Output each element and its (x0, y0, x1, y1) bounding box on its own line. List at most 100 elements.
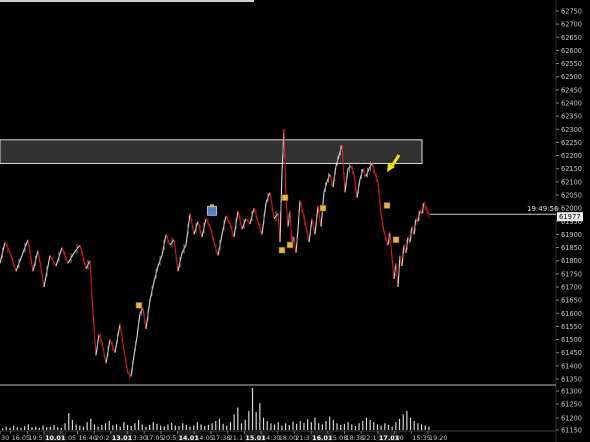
price-tick-label: 62650 (561, 34, 582, 42)
time-tick-label: 16:05 (12, 434, 30, 442)
volume-tick-label: 61300 (561, 388, 582, 396)
volume-bar (108, 421, 110, 430)
volume-bar (281, 425, 283, 430)
volume-bar (332, 419, 334, 430)
time-tick-label: 15:08 (329, 434, 347, 442)
volume-bar (182, 423, 184, 430)
sell-marker[interactable] (392, 236, 400, 243)
price-tick-label: 62350 (561, 113, 582, 121)
chart-background (0, 0, 590, 442)
sell-marker[interactable] (383, 202, 391, 209)
volume-bar (86, 422, 88, 430)
volume-bar (13, 425, 15, 430)
price-tick-label: 61750 (561, 270, 582, 278)
volume-bar (420, 424, 423, 430)
volume-bar (406, 410, 408, 430)
volume-bar (314, 417, 316, 430)
price-chart[interactable]: 19:49:5661977 62750627006265062600625506… (0, 0, 590, 442)
volume-bar (270, 423, 272, 430)
volume-bar (185, 424, 187, 430)
volume-bar (20, 427, 22, 430)
volume-bar (90, 418, 92, 430)
volume-bar (318, 423, 320, 430)
price-tick-label: 62100 (561, 178, 582, 186)
volume-bar (196, 422, 198, 430)
volume-bar (24, 426, 26, 430)
volume-bar (31, 427, 33, 430)
price-tick-label: 62600 (561, 47, 582, 55)
volume-bar (82, 426, 85, 430)
buy-marker[interactable] (207, 205, 217, 216)
price-tick-label: 61500 (561, 336, 582, 344)
volume-bar (68, 413, 70, 430)
chart-window[interactable]: 19:49:56 61977 62750 62700 62650 62600 62550 6… (0, 0, 590, 442)
volume-bar (373, 422, 375, 430)
volume-bar (266, 421, 268, 430)
time-tick-label: 22:1 (362, 434, 376, 442)
volume-bar (215, 421, 217, 430)
volume-bar (354, 426, 357, 430)
volume-tick-label: 61150 (561, 427, 582, 435)
volume-bar (273, 424, 276, 430)
volume-tick-label: 61250 (561, 401, 582, 409)
volume-bar (336, 423, 338, 430)
volume-bar (156, 423, 158, 430)
volume-bar (259, 403, 261, 430)
volume-bar (409, 417, 412, 430)
buy-marker-tag (210, 204, 214, 208)
volume-bar (53, 424, 55, 430)
resistance-zone[interactable] (0, 139, 423, 164)
top-scroll-indicator[interactable] (0, 0, 254, 2)
time-tick-label: 18:00 (279, 434, 297, 442)
volume-bar (152, 422, 154, 430)
volume-bar (137, 419, 140, 430)
time-tick-label: 18:38 (346, 434, 364, 442)
volume-bar (115, 424, 118, 430)
volume-bar (9, 427, 11, 430)
volume-bar (2, 428, 4, 430)
price-tick-label: 61550 (561, 323, 582, 331)
volume-bar (229, 422, 232, 430)
price-tick-label: 62400 (561, 100, 582, 108)
sell-marker[interactable] (135, 302, 143, 309)
volume-bar (303, 422, 305, 430)
volume-bar (343, 423, 345, 430)
volume-bar (307, 419, 309, 430)
volume-bar (189, 426, 191, 430)
volume-bar (222, 423, 224, 430)
volume-bar (101, 424, 103, 430)
volume-bar (200, 424, 202, 430)
volume-bar (244, 419, 246, 430)
volume-bar (340, 424, 342, 430)
price-tick-label: 61600 (561, 310, 582, 318)
volume-bar (233, 414, 235, 430)
volume-bar (104, 423, 107, 430)
volume-bar (237, 407, 239, 430)
volume-bar (387, 424, 390, 430)
volume-bar (417, 423, 419, 430)
volume-bar (42, 425, 44, 430)
volume-bar (391, 426, 393, 430)
volume-bar (27, 424, 29, 430)
volume-bar (16, 427, 18, 430)
price-tick-label: 62450 (561, 86, 582, 94)
price-tick-label: 61400 (561, 362, 582, 370)
time-tick-label: 14:05 (195, 434, 213, 442)
price-tick-label: 62300 (561, 126, 582, 134)
volume-bar (262, 417, 265, 430)
price-tick-label: 61350 (561, 376, 582, 384)
price-tick-label: 62250 (561, 139, 582, 147)
volume-bar (288, 424, 290, 430)
price-tick-label: 61850 (561, 244, 582, 252)
volume-bar (204, 426, 206, 430)
time-tick-label: 14:30 (262, 434, 280, 442)
volume-bar (60, 427, 63, 430)
volume-bar (149, 424, 151, 430)
sell-marker[interactable] (286, 241, 294, 249)
sell-marker[interactable] (281, 194, 289, 201)
sell-marker[interactable] (319, 204, 327, 212)
price-tick-label: 62150 (561, 165, 582, 173)
sell-marker[interactable] (278, 246, 286, 254)
volume-bar (207, 424, 210, 430)
volume-bar (174, 425, 176, 430)
